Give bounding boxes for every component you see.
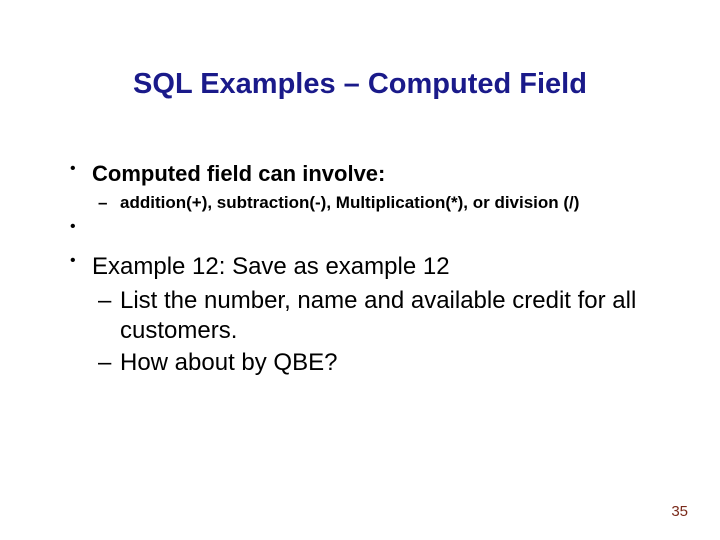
slide: SQL Examples – Computed Field Computed f… xyxy=(0,0,720,540)
bullet-list: Computed field can involve: addition(+),… xyxy=(68,160,668,378)
sub-bullet: How about by QBE? xyxy=(92,348,668,378)
sub-list: List the number, name and available cred… xyxy=(92,286,668,378)
sub-bullet: List the number, name and available cred… xyxy=(92,286,668,346)
spacer xyxy=(68,218,668,252)
slide-body: Computed field can involve: addition(+),… xyxy=(68,160,668,382)
bullet-text: Computed field can involve: xyxy=(92,161,385,186)
bullet-item-2: Example 12: Save as example 12 List the … xyxy=(68,252,668,378)
sub-bullet: addition(+), subtraction(-), Multiplicat… xyxy=(92,192,668,214)
bullet-item-1: Computed field can involve: addition(+),… xyxy=(68,160,668,214)
slide-title: SQL Examples – Computed Field xyxy=(0,68,720,101)
bullet-text: Example 12: Save as example 12 xyxy=(92,253,450,280)
page-number: 35 xyxy=(671,503,688,520)
sub-list: addition(+), subtraction(-), Multiplicat… xyxy=(92,192,668,214)
